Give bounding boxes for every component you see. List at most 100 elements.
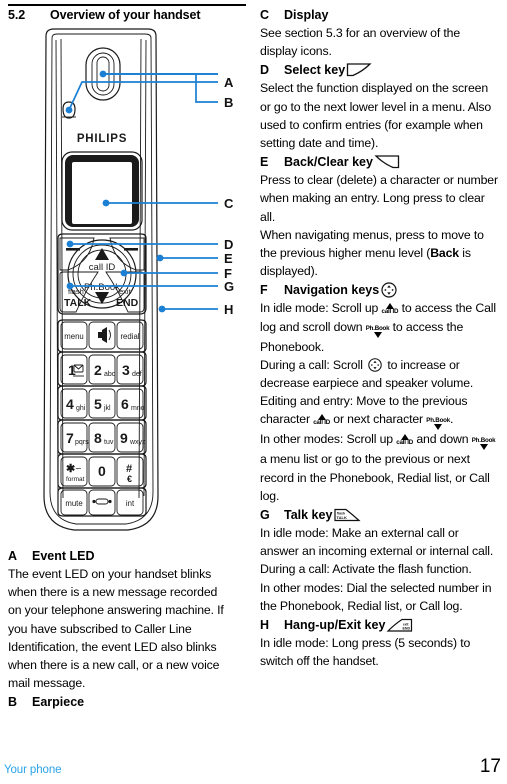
item-d-title: Select key (284, 63, 346, 78)
svg-text:E: E (224, 251, 233, 266)
item-c-letter: C (260, 8, 270, 22)
other-scroll-up-icon: call ID (396, 434, 413, 446)
item-a-event-led: A Event LED The event LED on your handse… (8, 546, 230, 711)
next-character-phonebook-icon: Ph.Book (426, 417, 450, 431)
next-character-label: Ph.Book (426, 417, 450, 425)
svg-text:0: 0 (98, 463, 106, 479)
svg-text:abc: abc (104, 371, 116, 378)
item-c-title: Display (284, 8, 329, 22)
item-b-letter: B (8, 695, 18, 710)
item-e-back-clear-key: E Back/Clear key Press to clear (delete)… (260, 153, 500, 280)
item-f-p3-b: or next character (330, 412, 427, 427)
item-a-paragraph: The event LED on your handset blinks whe… (8, 567, 224, 691)
svg-text:wxyz: wxyz (129, 439, 146, 446)
talk-key-icon: flash TALK (333, 507, 361, 523)
svg-text:redial: redial (120, 332, 139, 341)
svg-text:2: 2 (94, 362, 102, 378)
section-title: Overview of your handset (50, 8, 201, 22)
svg-text:7: 7 (66, 430, 74, 446)
section-number: 5.2 (8, 8, 26, 22)
svg-text:4: 4 (66, 396, 74, 412)
item-g-paragraph-1: In idle mode: Make an external call or a… (260, 526, 494, 559)
svg-text:B: B (224, 95, 233, 110)
svg-text:Ph.Book: Ph.Book (84, 282, 120, 293)
svg-text:TALK: TALK (337, 515, 347, 520)
item-f-paragraph-1: In idle mode: Scroll up call ID to acces… (260, 299, 500, 355)
svg-text:∽: ∽ (75, 464, 82, 473)
svg-text:✱: ✱ (66, 463, 75, 475)
select-key-icon (346, 62, 372, 78)
navigation-keys-icon (380, 281, 398, 299)
svg-text:D: D (224, 237, 233, 252)
header-rule (8, 4, 246, 6)
handset-diagram: .ol { fill:none; stroke:#1a1a1a; stroke-… (6, 26, 254, 546)
svg-text:int: int (126, 499, 135, 508)
item-h-paragraph: In idle mode: Long press (5 seconds) to … (260, 636, 471, 669)
svg-text:5: 5 (94, 396, 102, 412)
item-e-paragraph-2: When navigating menus, press to move to … (260, 226, 500, 281)
scroll-down-phonebook-icon: Ph.Book (365, 324, 390, 338)
other-scroll-down-label: Ph.Book (471, 437, 496, 445)
svg-text:3: 3 (122, 362, 130, 378)
item-h-heading: H Hang-up/Exit key exit END (260, 616, 500, 634)
item-f-p1-a: In idle mode: Scroll up (260, 301, 382, 316)
svg-text:6: 6 (121, 396, 129, 412)
svg-text:mno: mno (131, 405, 145, 412)
svg-text:A: A (224, 75, 234, 90)
other-scroll-down-icon: Ph.Book (471, 437, 496, 451)
navigation-keys-icon-inline (367, 357, 383, 373)
item-h-hangup-exit-key: H Hang-up/Exit key exit END In idle mode… (260, 616, 500, 670)
item-f-navigation-keys: F Navigation keys In idle mode: Scroll u… (260, 281, 500, 505)
item-f-p2-a: During a call: Scroll (260, 357, 367, 372)
item-d-heading: D Select key (260, 61, 500, 79)
svg-text:ghi: ghi (76, 405, 86, 412)
item-g-talk-key: G Talk key flash TALK In idle mode: Make… (260, 506, 500, 615)
svg-text:END: END (403, 626, 411, 630)
svg-text:def: def (132, 371, 142, 378)
item-e-p2-bold: Back (430, 246, 459, 261)
item-f-paragraph-3: Editing and entry: Move to the previous … (260, 392, 500, 431)
item-a-letter: A (8, 549, 18, 563)
item-d-select-key: D Select key Select the function display… (260, 61, 500, 152)
svg-text:tuv: tuv (104, 439, 114, 446)
back-clear-key-icon (374, 154, 400, 170)
item-f-p3-c: . (449, 412, 454, 427)
svg-text:G: G (224, 279, 234, 294)
svg-text:C: C (224, 196, 234, 211)
svg-text:H: H (224, 302, 233, 317)
item-g-letter: G (260, 508, 270, 523)
item-e-title: Back/Clear key (284, 155, 373, 170)
other-scroll-up-label: call ID (396, 439, 414, 447)
svg-text:PHILIPS: PHILIPS (77, 133, 127, 145)
svg-text:jkl: jkl (103, 405, 111, 412)
item-g-paragraph-3: In other modes: Dial the selected number… (260, 580, 492, 613)
manual-page: 5.2Overview of your handset .ol { fill:n… (0, 0, 507, 784)
section-heading: 5.2 Overview of your handset (8, 8, 201, 22)
scroll-up-label: call ID (381, 308, 399, 316)
item-h-letter: H (260, 618, 270, 633)
item-h-title: Hang-up/Exit key (284, 618, 386, 633)
item-f-p4-c: a menu list or go to the previous or nex… (260, 452, 490, 503)
item-f-heading: F Navigation keys (260, 281, 500, 299)
item-f-paragraph-4: In other modes: Scroll up call ID and do… (260, 430, 500, 505)
svg-text:menu: menu (64, 332, 84, 341)
item-b-title: Earpiece (32, 695, 85, 710)
item-g-title: Talk key (284, 508, 333, 523)
item-f-p4-a: In other modes: Scroll up (260, 432, 397, 447)
item-e-heading: E Back/Clear key (260, 153, 500, 171)
item-f-title: Navigation keys (284, 283, 380, 298)
svg-text:call ID: call ID (89, 262, 116, 273)
item-e-paragraph-1: Press to clear (delete) a character or n… (260, 173, 498, 224)
item-e-letter: E (260, 155, 269, 170)
svg-text:€: € (127, 474, 132, 484)
prev-character-call-id-icon: call ID (313, 414, 330, 426)
hangup-exit-key-icon: exit END (386, 617, 414, 634)
item-g-paragraph-2: During a call: Activate the flash functi… (260, 562, 472, 577)
scroll-down-label: Ph.Book (365, 324, 390, 332)
svg-text:format: format (66, 476, 85, 483)
scroll-up-call-id-icon: call ID (381, 303, 399, 316)
item-g-heading: G Talk key flash TALK (260, 506, 500, 524)
item-c-display: C Display See section 5.3 for an overvie… (260, 6, 500, 60)
item-f-p4-b: and down (413, 432, 472, 447)
svg-text:8: 8 (94, 430, 102, 446)
